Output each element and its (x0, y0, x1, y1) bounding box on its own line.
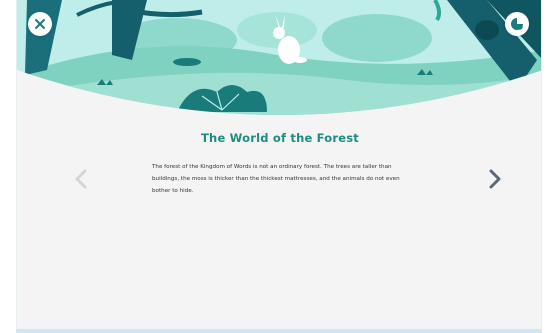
bottom-accent-bar (16, 329, 542, 333)
next-page-button[interactable] (483, 166, 507, 192)
story-paragraph: The forest of the Kingdom of Words is no… (152, 164, 400, 194)
forest-illustration (17, 0, 541, 115)
previous-page-button[interactable] (69, 166, 93, 192)
audio-toggle-button[interactable] (505, 12, 529, 36)
story-card: The World of the Forest The forest of th… (16, 0, 542, 333)
close-icon (35, 19, 45, 29)
story-title: The World of the Forest (201, 131, 359, 145)
audio-toggle-icon (511, 18, 523, 30)
close-button[interactable] (28, 12, 52, 36)
chevron-left-icon (75, 169, 87, 189)
chevron-right-icon (489, 169, 501, 189)
